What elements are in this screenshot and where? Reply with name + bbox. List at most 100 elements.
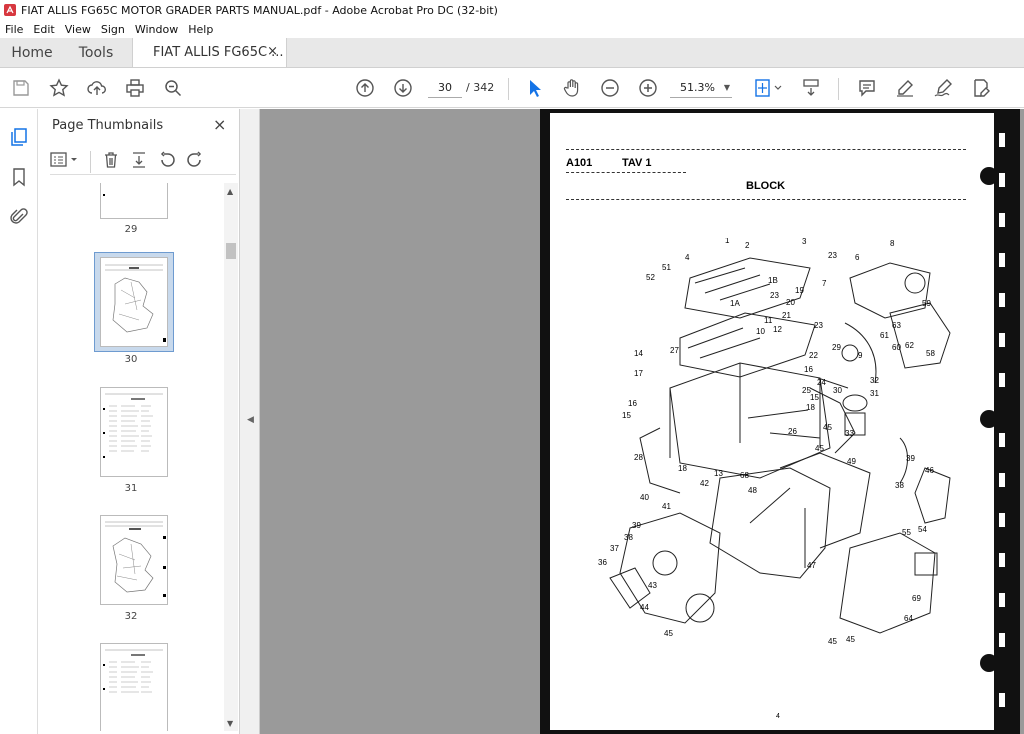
page-tav: TAV 1 bbox=[622, 157, 652, 169]
page-fit-icon[interactable] bbox=[752, 77, 784, 99]
comment-icon[interactable] bbox=[856, 77, 878, 99]
scroll-up-icon[interactable]: ▲ bbox=[227, 187, 233, 196]
part-callout: 18 bbox=[678, 464, 687, 473]
thumbnail-label: 30 bbox=[124, 354, 138, 365]
thumbnail-page-33[interactable] bbox=[100, 643, 168, 731]
hand-tool-icon[interactable] bbox=[561, 77, 583, 99]
part-callout: 39 bbox=[906, 454, 915, 463]
edit-pdf-icon[interactable] bbox=[970, 77, 992, 99]
part-callout: 8 bbox=[890, 239, 895, 248]
part-callout: 52 bbox=[646, 273, 655, 282]
part-callout: 43 bbox=[648, 581, 657, 590]
part-callout: 40 bbox=[640, 493, 649, 502]
scrollbar-thumb[interactable] bbox=[226, 243, 236, 259]
part-callout: 38 bbox=[624, 533, 633, 542]
rotate-counterclockwise-icon[interactable] bbox=[158, 151, 180, 173]
select-cursor-icon[interactable] bbox=[524, 77, 546, 99]
zoom-search-icon[interactable] bbox=[162, 77, 184, 99]
save-icon[interactable] bbox=[10, 77, 32, 99]
toolbar-divider bbox=[838, 78, 839, 100]
thumbnail-31-preview bbox=[103, 393, 163, 458]
thumbnail-page-32[interactable] bbox=[100, 515, 168, 605]
thumbnail-page-31[interactable] bbox=[100, 387, 168, 477]
thumbnail-29-preview bbox=[103, 194, 105, 196]
tab-tools[interactable]: Tools bbox=[64, 38, 128, 67]
menu-view[interactable]: View bbox=[60, 23, 96, 36]
zoom-level-value: 51.3% bbox=[680, 81, 715, 94]
part-callout: 45 bbox=[815, 444, 824, 453]
part-callout: 42 bbox=[700, 479, 709, 488]
part-callout: 18 bbox=[806, 403, 815, 412]
part-callout: 2 bbox=[745, 241, 750, 250]
part-callout: 14 bbox=[634, 349, 643, 358]
thumbnail-scrollbar[interactable]: ▲ ▼ bbox=[224, 183, 238, 731]
next-page-icon[interactable] bbox=[392, 77, 414, 99]
part-callout: 10 bbox=[756, 327, 765, 336]
panel-collapse-handle[interactable]: ◀ bbox=[240, 109, 260, 734]
part-callout: 46 bbox=[925, 466, 934, 475]
dashed-rule bbox=[566, 172, 686, 173]
tab-document[interactable]: FIAT ALLIS FG65C ... × bbox=[132, 38, 287, 67]
thumbnail-page-29[interactable] bbox=[100, 183, 168, 219]
part-callout: 22 bbox=[809, 351, 818, 360]
scroll-mode-icon[interactable] bbox=[800, 77, 822, 99]
bookmark-star-icon[interactable] bbox=[48, 77, 70, 99]
print-icon[interactable] bbox=[124, 77, 146, 99]
rotate-clockwise-icon[interactable] bbox=[186, 151, 208, 173]
part-callout: 61 bbox=[880, 331, 889, 340]
cloud-upload-icon[interactable] bbox=[86, 77, 108, 99]
zoom-level-dropdown[interactable]: 51.3% ▼ bbox=[670, 78, 732, 98]
extract-page-icon[interactable] bbox=[130, 151, 152, 173]
thumbnail-page-30[interactable] bbox=[100, 257, 168, 347]
menu-help[interactable]: Help bbox=[183, 23, 218, 36]
part-callout: 1B bbox=[768, 276, 778, 285]
page-number-input[interactable]: 30 bbox=[428, 78, 462, 98]
attachments-icon[interactable] bbox=[9, 207, 29, 227]
exploded-parts-diagram: 12 34 515223 6 871B1A 23192021 23596361 60… bbox=[598, 238, 951, 646]
page-total: / 342 bbox=[466, 81, 495, 94]
thumbnail-30-preview bbox=[105, 264, 166, 342]
menu-window[interactable]: Window bbox=[130, 23, 183, 36]
part-callout: 55 bbox=[902, 528, 911, 537]
part-callout: 31 bbox=[870, 389, 879, 398]
highlight-pen-icon[interactable] bbox=[894, 77, 916, 99]
scroll-down-icon[interactable]: ▼ bbox=[227, 719, 233, 728]
dashed-rule bbox=[566, 199, 966, 200]
part-callout: 33 bbox=[845, 429, 854, 438]
previous-page-icon[interactable] bbox=[354, 77, 376, 99]
part-callout: 64 bbox=[904, 614, 913, 623]
part-callout: 68 bbox=[740, 471, 749, 480]
part-callout: 16 bbox=[628, 399, 637, 408]
part-callout: 37 bbox=[610, 544, 619, 553]
document-viewer[interactable]: A101 TAV 1 BLOCK 1 2 3 4 51 52 23 6 8 7 … bbox=[260, 109, 1024, 734]
part-callout: 23 bbox=[814, 321, 823, 330]
part-callout: 59 bbox=[922, 299, 931, 308]
acrobat-app-icon bbox=[4, 4, 16, 16]
toolbar-divider bbox=[508, 78, 509, 100]
tab-home[interactable]: Home bbox=[0, 38, 64, 67]
part-callout: 47 bbox=[807, 561, 816, 570]
tab-close-icon[interactable]: × bbox=[267, 44, 278, 59]
part-callout: 16 bbox=[804, 365, 813, 374]
zoom-out-icon[interactable] bbox=[599, 77, 621, 99]
bookmarks-icon[interactable] bbox=[9, 167, 29, 187]
part-callout: 48 bbox=[748, 486, 757, 495]
part-callout: 24 bbox=[817, 378, 826, 387]
pdf-paper: A101 TAV 1 BLOCK 1 2 3 4 51 52 23 6 8 7 … bbox=[550, 113, 1010, 730]
part-callout: 27 bbox=[670, 346, 679, 355]
menu-file[interactable]: File bbox=[0, 23, 28, 36]
panel-close-icon[interactable]: × bbox=[213, 115, 226, 134]
part-callout: 38 bbox=[895, 481, 904, 490]
part-callout: 30 bbox=[833, 386, 842, 395]
delete-page-icon[interactable] bbox=[102, 151, 124, 173]
part-callout: 45 bbox=[828, 637, 837, 646]
menu-edit[interactable]: Edit bbox=[28, 23, 59, 36]
zoom-in-icon[interactable] bbox=[637, 77, 659, 99]
part-callout: 3 bbox=[802, 238, 807, 246]
sign-icon[interactable] bbox=[932, 77, 954, 99]
thumbnail-options-icon[interactable] bbox=[50, 151, 84, 173]
page-thumbnails-icon[interactable] bbox=[9, 127, 29, 147]
menu-sign[interactable]: Sign bbox=[96, 23, 130, 36]
part-callout: 63 bbox=[892, 321, 901, 330]
part-callout: 11 bbox=[764, 316, 773, 325]
